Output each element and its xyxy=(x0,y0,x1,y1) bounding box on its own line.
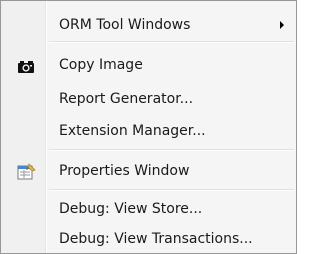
menu-separator xyxy=(49,189,294,191)
menu-item-copy-image[interactable]: Copy Image xyxy=(3,51,294,79)
menu-item-label: Properties Window xyxy=(59,163,190,179)
context-menu: ORM Tool Windows Copy Image Report Gener… xyxy=(0,0,297,254)
menu-item-label: Copy Image xyxy=(59,57,143,73)
submenu-arrow-icon xyxy=(280,21,284,29)
menu-item-orm-tool-windows[interactable]: ORM Tool Windows xyxy=(3,11,294,39)
menu-separator xyxy=(49,41,294,43)
menu-item-label: Extension Manager... xyxy=(59,123,206,139)
camera-icon xyxy=(17,57,35,73)
menu-item-debug-view-store[interactable]: Debug: View Store... xyxy=(3,195,294,223)
menu-item-report-generator[interactable]: Report Generator... xyxy=(3,85,294,113)
menu-item-label: Report Generator... xyxy=(59,91,194,107)
menu-item-label: Debug: View Transactions... xyxy=(59,231,253,247)
menu-item-debug-view-transactions[interactable]: Debug: View Transactions... xyxy=(3,225,294,253)
menu-separator xyxy=(49,149,294,151)
menu-item-label: ORM Tool Windows xyxy=(59,17,191,33)
menu-item-properties-window[interactable]: Properties Window xyxy=(3,157,294,185)
menu-item-extension-manager[interactable]: Extension Manager... xyxy=(3,117,294,145)
menu-item-label: Debug: View Store... xyxy=(59,201,203,217)
properties-window-icon xyxy=(17,163,36,180)
